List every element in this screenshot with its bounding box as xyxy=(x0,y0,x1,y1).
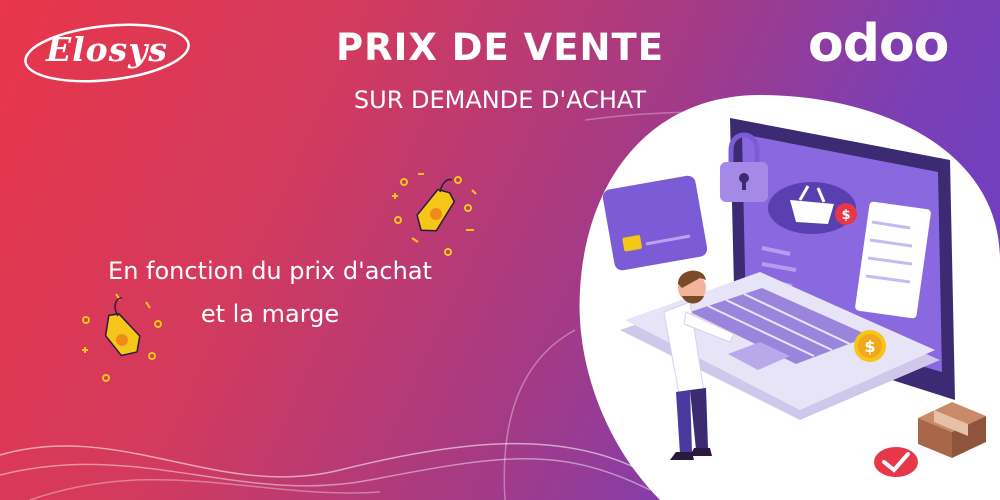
dollar-coin-icon: $ xyxy=(854,330,886,362)
coin-symbol: $ xyxy=(864,337,875,356)
credit-card-icon xyxy=(602,175,708,271)
basket-badge-symbol: $ xyxy=(841,208,850,223)
promo-banner: Elosys odoo PRIX DE VENTE SUR DEMANDE D'… xyxy=(0,0,1000,500)
checkmark-badge-icon xyxy=(874,447,918,477)
ecommerce-illustration: $ $ xyxy=(579,95,1000,500)
